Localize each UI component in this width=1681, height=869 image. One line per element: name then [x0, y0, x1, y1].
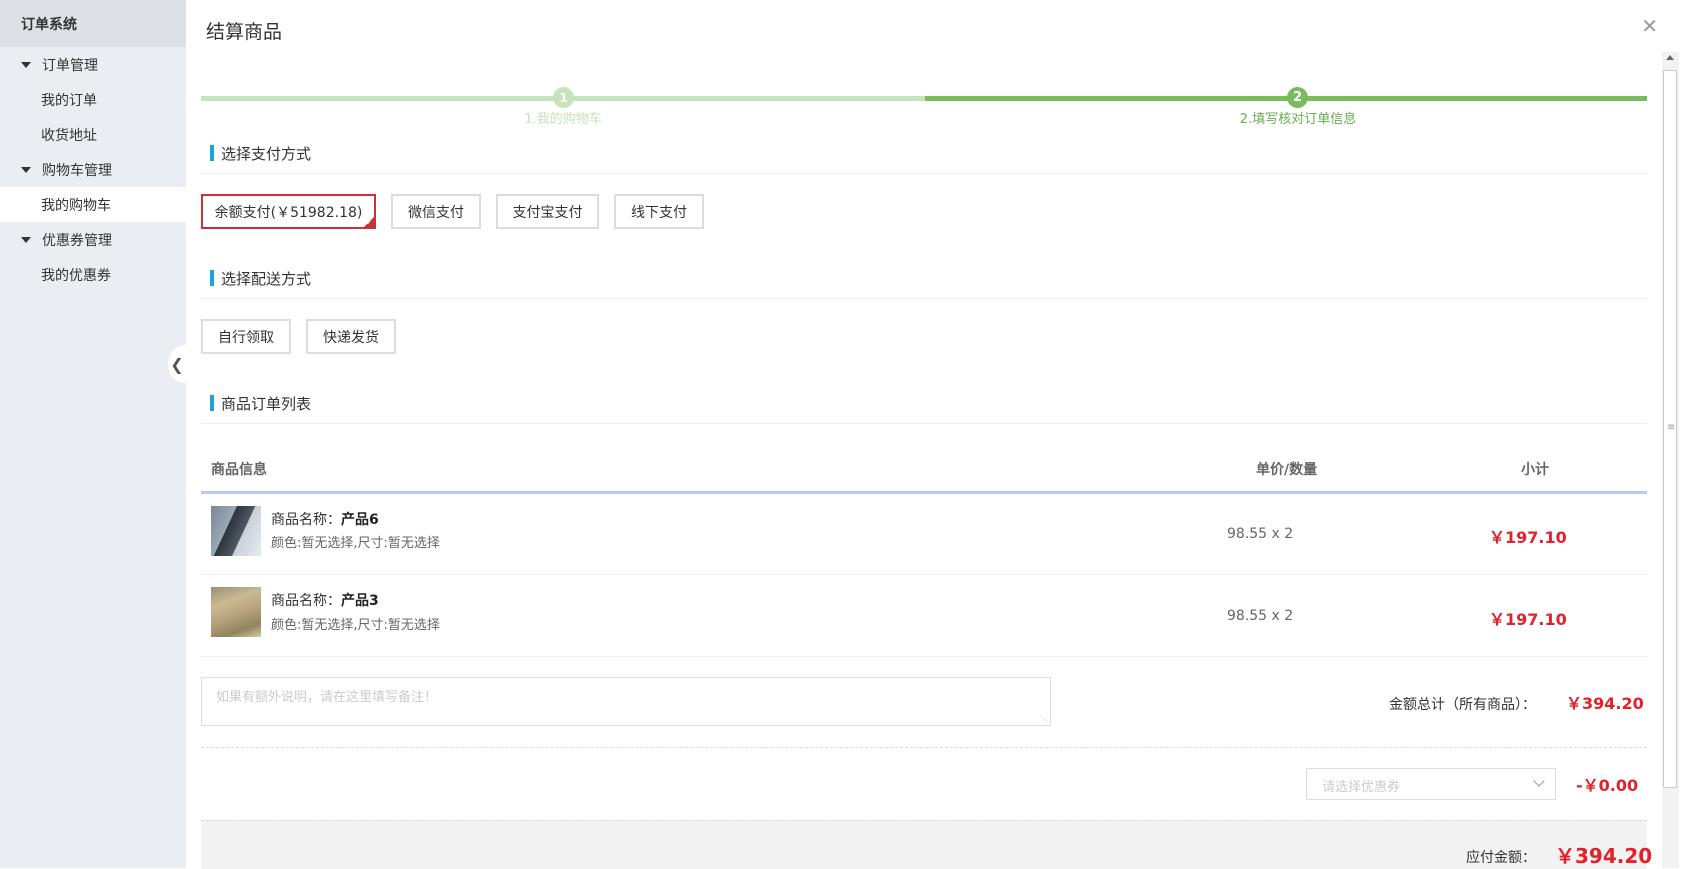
payment-option-offline[interactable]: 线下支付: [614, 194, 704, 229]
product-attrs: 颜色:暂无选择,尺寸:暂无选择: [271, 618, 440, 633]
sidebar-group-cart[interactable]: 购物车管理: [0, 152, 186, 187]
scrollbar-thumb[interactable]: ≡: [1663, 70, 1677, 788]
checkout-dialog: 结算商品 ✕ ≡ 1 2 1.我的购物车 2.填写核对订单信息 选择支付方式 余…: [186, 0, 1681, 869]
section-heading-order-list: 商品订单列表: [210, 393, 311, 414]
payment-option-alipay[interactable]: 支付宝支付: [496, 194, 599, 229]
sidebar-item-my-cart[interactable]: 我的购物车: [0, 187, 186, 222]
payment-option-wechat[interactable]: 微信支付: [391, 194, 481, 229]
delivery-option-pickup[interactable]: 自行领取: [201, 319, 291, 354]
column-header-product: 商品信息: [211, 462, 267, 478]
dialog-title: 结算商品: [206, 21, 283, 43]
chevron-left-icon: ❮: [170, 354, 184, 374]
sidebar-item-my-orders[interactable]: 我的订单: [0, 82, 186, 117]
product-attrs: 颜色:暂无选择,尺寸:暂无选择: [271, 536, 440, 551]
caret-down-icon: [21, 236, 31, 243]
section-heading-payment: 选择支付方式: [210, 143, 311, 164]
product-subtotal: ￥197.10: [1489, 610, 1567, 629]
payable-bar: [201, 820, 1647, 869]
total-value: ￥394.20: [1566, 694, 1644, 713]
step-1-label: 1.我的购物车: [524, 112, 602, 127]
resize-handle-icon[interactable]: ⋱: [1040, 715, 1048, 723]
grip-icon: ≡: [1667, 422, 1676, 433]
product-price-qty: 98.55 x 2: [1227, 608, 1294, 624]
divider: [201, 423, 1647, 424]
column-header-subtotal: 小计: [1521, 462, 1549, 478]
scrollbar[interactable]: ≡: [1662, 52, 1679, 868]
sidebar-group-orders[interactable]: 订单管理: [0, 47, 186, 82]
product-name: 商品名称：产品3: [271, 593, 379, 609]
step-progress-current: [925, 96, 1647, 101]
payment-option-balance[interactable]: 余额支付(￥51982.18) ✓: [201, 194, 376, 229]
sidebar-title: 订单系统: [0, 0, 186, 47]
step-2-dot: 2: [1287, 87, 1308, 108]
sidebar-item-my-coupons[interactable]: 我的优惠券: [0, 257, 186, 292]
scroll-up-arrow-icon[interactable]: [1666, 55, 1674, 60]
coupon-select[interactable]: 请选择优惠券: [1306, 768, 1556, 800]
product-name: 商品名称：产品6: [271, 512, 379, 528]
row-divider: [201, 574, 1647, 575]
sidebar: 订单系统 订单管理 我的订单 收货地址 购物车管理 我的购物车 优惠券管理 我的…: [0, 0, 186, 868]
sidebar-group-label: 购物车管理: [42, 162, 112, 179]
sidebar-group-coupons[interactable]: 优惠券管理: [0, 222, 186, 257]
step-1-dot: 1: [553, 87, 574, 108]
caret-down-icon: [21, 61, 31, 68]
product-price-qty: 98.55 x 2: [1227, 526, 1294, 542]
step-2-label: 2.填写核对订单信息: [1239, 112, 1357, 127]
coupon-discount-value: -￥0.00: [1576, 776, 1639, 795]
close-icon[interactable]: ✕: [1641, 14, 1658, 38]
check-icon: ✓: [365, 218, 373, 228]
delivery-option-express[interactable]: 快递发货: [306, 319, 396, 354]
product-subtotal: ￥197.10: [1489, 528, 1567, 547]
column-header-price-qty: 单价/数量: [1256, 462, 1318, 478]
section-heading-delivery: 选择配送方式: [210, 268, 311, 289]
sidebar-item-addresses[interactable]: 收货地址: [0, 117, 186, 152]
remark-textarea[interactable]: 如果有额外说明，请在这里填写备注！ ⋱: [201, 677, 1051, 726]
sidebar-collapse-button[interactable]: ❮: [168, 345, 186, 383]
chevron-down-icon: [1533, 775, 1545, 787]
row-divider: [201, 656, 1647, 657]
remark-placeholder: 如果有额外说明，请在这里填写备注！: [216, 690, 438, 705]
sidebar-group-label: 订单管理: [42, 57, 98, 74]
table-header-underline: [201, 491, 1647, 494]
dashed-divider: [201, 747, 1647, 748]
option-label: 余额支付(￥51982.18): [214, 204, 363, 221]
product-thumbnail: [211, 587, 261, 637]
total-label: 金额总计（所有商品）：: [1389, 697, 1536, 713]
product-thumbnail: [211, 506, 261, 556]
payable-label: 应付金额：: [1466, 850, 1536, 866]
caret-down-icon: [21, 166, 31, 173]
sidebar-group-label: 优惠券管理: [42, 232, 112, 249]
divider: [201, 173, 1647, 174]
coupon-placeholder: 请选择优惠券: [1322, 780, 1401, 795]
payable-value: ￥394.20: [1555, 844, 1653, 868]
divider: [201, 298, 1647, 299]
